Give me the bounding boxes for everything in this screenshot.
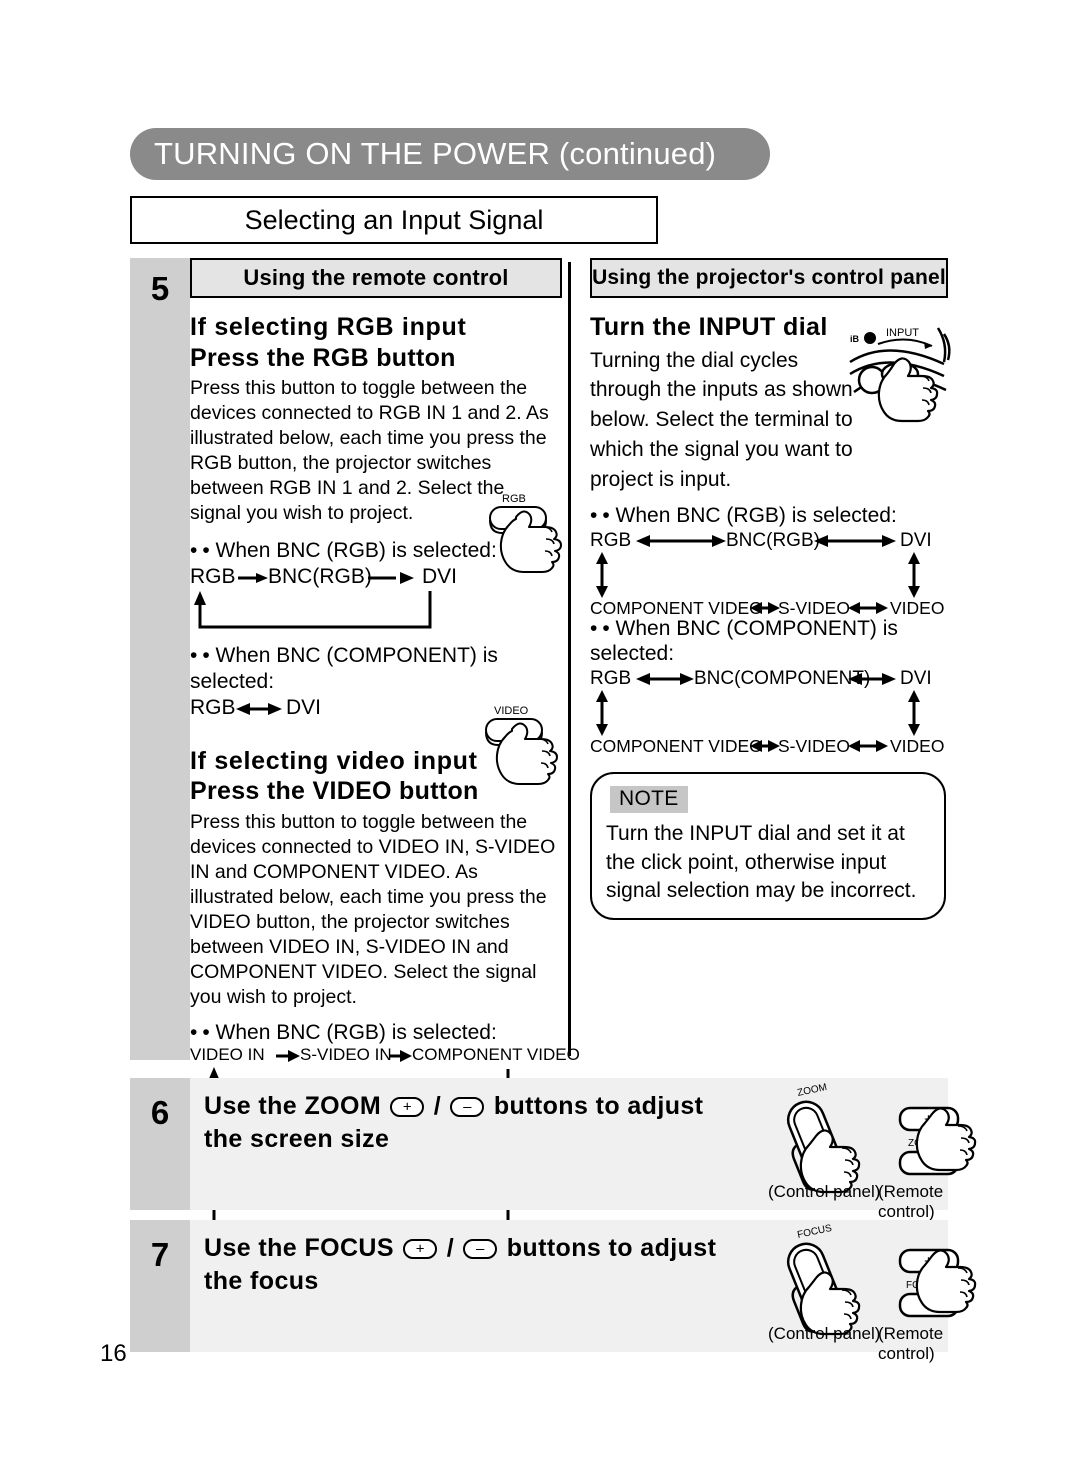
projector-panel-header: Using the projector's control panel xyxy=(590,258,948,298)
video-remote-button-illustration: VIDEO xyxy=(482,702,574,794)
page-title-banner: TURNING ON THE POWER (continued) xyxy=(130,128,770,180)
note-text: Turn the INPUT dial and set it at the cl… xyxy=(606,822,917,903)
dial-case1-label: • When BNC (RGB) is selected: xyxy=(590,503,948,528)
step-6-text-after: buttons to adjust xyxy=(493,1092,704,1120)
remote-control-header-label: Using the remote control xyxy=(243,265,509,290)
step-6-slash: / xyxy=(433,1092,442,1120)
note-tag: NOTE xyxy=(610,786,688,814)
dial-case2-arrows xyxy=(596,673,920,753)
zoom-remote-caption: (Remote control) xyxy=(878,1182,944,1221)
rgb-heading-line2: Press the RGB button xyxy=(190,343,456,372)
step-7-block: 7 Use the FOCUS + / – buttons to adjust … xyxy=(130,1220,977,1363)
step-7-text-after: buttons to adjust xyxy=(506,1234,717,1262)
zoom-minus-button[interactable]: – xyxy=(450,1097,485,1117)
column-divider xyxy=(568,262,571,1056)
zoom-control-panel-caption: (Control panel) xyxy=(768,1182,881,1201)
rgb-case1-arrows xyxy=(194,572,432,629)
step-6-panel: Use the ZOOM + / – buttons to adjust the… xyxy=(190,1078,977,1221)
input-dial-label: INPUT xyxy=(886,327,919,339)
video-body-text: Press this button to toggle between the … xyxy=(190,810,556,1009)
rgb-case2-arrow xyxy=(236,702,282,715)
step-7-number-bar: 7 xyxy=(130,1220,190,1352)
zoom-plus-button[interactable]: + xyxy=(390,1097,425,1117)
minus-icon: – xyxy=(463,1098,472,1116)
dial-case1-arrows xyxy=(596,534,920,614)
section-subtitle-box: Selecting an Input Signal xyxy=(130,196,658,244)
step-5-block: 5 Using the remote control If selecting … xyxy=(130,258,951,1237)
step-7-panel: Use the FOCUS + / – buttons to adjust th… xyxy=(190,1220,977,1363)
rgb-case1-diagram: RGB BNC(RGB) DVI xyxy=(190,565,562,649)
step-5-number-bar: 5 xyxy=(130,258,190,1060)
dial-case2-diagram: RGB BNC(COMPONENT) DVI COMPONENT VIDEO S… xyxy=(590,668,948,768)
rgb-heading-line1: If selecting RGB input xyxy=(190,313,467,341)
input-dial-badge-label: iB xyxy=(850,334,860,344)
video-button-cap-label: VIDEO xyxy=(494,705,529,717)
focus-control-panel-label: FOCUS xyxy=(796,1223,833,1241)
zoom-control-panel-label: ZOOM xyxy=(796,1082,828,1099)
projector-panel-header-label: Using the projector's control panel xyxy=(592,266,946,289)
control-panel-column: Using the projector's control panel Turn… xyxy=(590,258,951,932)
step-7-number: 7 xyxy=(150,1236,170,1273)
video-case1-label: • When BNC (RGB) is selected: xyxy=(190,1020,562,1045)
rgb-case2-label: • When BNC (COMPONENT) is selected: xyxy=(190,643,562,693)
step-6-block: 6 Use the ZOOM + / – buttons to adjust t… xyxy=(130,1078,977,1221)
plus-icon: + xyxy=(402,1098,412,1116)
dial-case1-diagram: RGB BNC(RGB) DVI COMPONENT VIDEO S-VIDEO… xyxy=(590,530,948,630)
step-5-number: 5 xyxy=(150,270,170,307)
remote-control-header: Using the remote control xyxy=(190,258,562,298)
focus-control-panel-caption: (Control panel) xyxy=(768,1324,881,1343)
page-title: TURNING ON THE POWER (continued) xyxy=(154,136,717,171)
focus-remote-caption: (Remote control) xyxy=(878,1324,944,1363)
rgb-button-cap-label: RGB xyxy=(502,493,526,505)
focus-plus-button[interactable]: + xyxy=(403,1239,438,1259)
indicator-led-icon xyxy=(864,332,876,344)
note-box: NOTE Turn the INPUT dial and set it at t… xyxy=(590,772,946,921)
plus-icon: + xyxy=(415,1240,425,1258)
page-number: 16 xyxy=(100,1340,127,1367)
step-6-number: 6 xyxy=(150,1094,170,1131)
manual-page: TURNING ON THE POWER (continued) Selecti… xyxy=(0,0,1080,1484)
step-6-text-before: Use the ZOOM xyxy=(204,1092,382,1120)
section-subtitle: Selecting an Input Signal xyxy=(244,204,544,235)
input-dial-body: Turning the dial cycles through the inpu… xyxy=(590,348,853,491)
step-7-text-before: Use the FOCUS xyxy=(204,1234,394,1262)
minus-icon: – xyxy=(476,1240,485,1258)
focus-minus-button[interactable]: – xyxy=(463,1239,498,1259)
input-dial-illustration: iB INPUT xyxy=(848,320,951,430)
step-7-slash: / xyxy=(446,1234,455,1262)
step-6-number-bar: 6 xyxy=(130,1078,190,1210)
